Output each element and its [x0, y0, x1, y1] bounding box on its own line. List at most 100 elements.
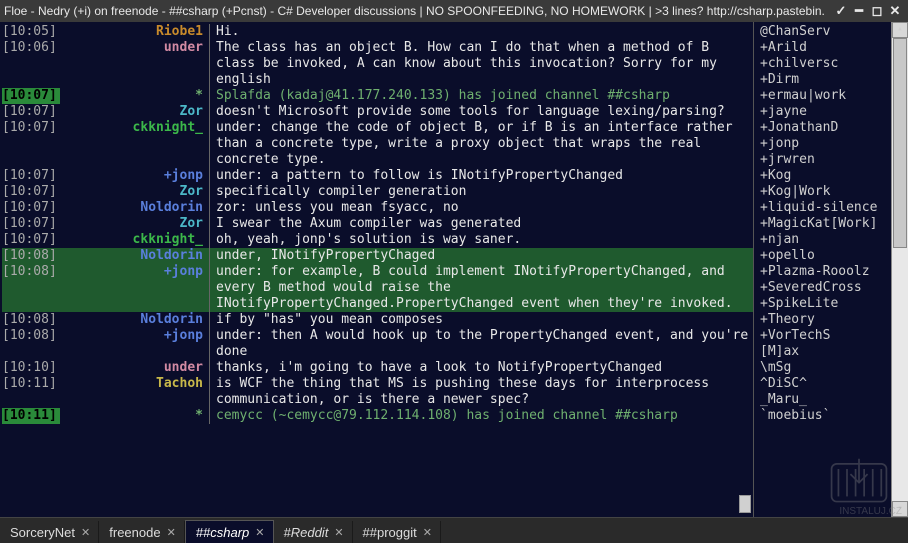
- chat-line: [10:08]+jonpunder: for example, B could …: [2, 264, 753, 312]
- nicklist-item[interactable]: +VorTechS: [760, 328, 891, 344]
- scroll-up-button[interactable]: ▴: [892, 22, 908, 38]
- close-icon[interactable]: ✕: [81, 526, 90, 539]
- tab[interactable]: ##csharp ✕: [185, 520, 274, 543]
- nick: ckknight_: [60, 232, 210, 248]
- titlebar: Floe - Nedry (+i) on freenode - ##csharp…: [0, 0, 908, 22]
- scroll-down-button[interactable]: ▾: [892, 501, 908, 517]
- timestamp: [10:07]: [2, 104, 60, 120]
- timestamp: [10:05]: [2, 24, 60, 40]
- message-text: Splafda (kadaj@41.177.240.133) has joine…: [210, 88, 753, 104]
- nick: Noldorin: [60, 200, 210, 216]
- chat-line: [10:07]Zorspecifically compiler generati…: [2, 184, 753, 200]
- nick: Zor: [60, 216, 210, 232]
- nick: Noldorin: [60, 248, 210, 264]
- nicklist-item[interactable]: +Arild: [760, 40, 891, 56]
- nicklist-item[interactable]: +liquid-silence: [760, 200, 891, 216]
- chat-scrollbar[interactable]: [738, 22, 753, 517]
- message-text: Hi.: [210, 24, 753, 40]
- scrollbar-thumb[interactable]: [893, 38, 907, 248]
- chat-line: [10:07]+jonpunder: a pattern to follow i…: [2, 168, 753, 184]
- nicklist-item[interactable]: +njan: [760, 232, 891, 248]
- nick: *: [60, 88, 210, 104]
- chat-pane: [10:05]Riobe1Hi.[10:06]underThe class ha…: [0, 22, 753, 517]
- tab[interactable]: SorceryNet ✕: [0, 521, 99, 543]
- nicklist-item[interactable]: +JonathanD: [760, 120, 891, 136]
- timestamp: [10:07]: [2, 120, 60, 168]
- message-text: The class has an object B. How can I do …: [210, 40, 753, 88]
- window-title: Floe - Nedry (+i) on freenode - ##csharp…: [4, 4, 832, 18]
- chat-line: [10:08]Noldorinif by "has" you mean comp…: [2, 312, 753, 328]
- nicklist-item[interactable]: ^DiSC^: [760, 376, 891, 392]
- nicklist-item[interactable]: +Dirm: [760, 72, 891, 88]
- timestamp: [10:07]: [2, 216, 60, 232]
- tab-label: freenode: [109, 525, 160, 540]
- nick: +jonp: [60, 264, 210, 312]
- nicklist-item[interactable]: +MagicKat[Work]: [760, 216, 891, 232]
- nicklist-item[interactable]: +chilversc: [760, 56, 891, 72]
- timestamp: [10:07]: [2, 232, 60, 248]
- close-icon[interactable]: ✕: [167, 526, 176, 539]
- timestamp: [10:08]: [2, 264, 60, 312]
- chat-line: [10:06]underThe class has an object B. H…: [2, 40, 753, 88]
- nicklist-scrollbar[interactable]: ▴ ▾: [891, 22, 908, 517]
- timestamp: [10:07]: [2, 168, 60, 184]
- message-text: under: then A would hook up to the Prope…: [210, 328, 753, 360]
- message-text: zor: unless you mean fsyacc, no: [210, 200, 753, 216]
- chat-line: [10:07]ckknight_oh, yeah, jonp's solutio…: [2, 232, 753, 248]
- close-button[interactable]: ✕: [886, 3, 904, 19]
- nicklist-item[interactable]: +Theory: [760, 312, 891, 328]
- nicklist-item[interactable]: +SeveredCross: [760, 280, 891, 296]
- nick: +jonp: [60, 168, 210, 184]
- close-icon[interactable]: ✕: [423, 526, 432, 539]
- tab-label: #Reddit: [284, 525, 329, 540]
- scrollbar-thumb[interactable]: [739, 495, 751, 513]
- check-icon[interactable]: ✓: [832, 3, 850, 19]
- nicklist-item[interactable]: +Kog|Work: [760, 184, 891, 200]
- tab-label: ##csharp: [196, 525, 249, 540]
- nicklist-item[interactable]: +Plazma-Rooolz: [760, 264, 891, 280]
- chat-line: [10:05]Riobe1Hi.: [2, 24, 753, 40]
- nicklist-item[interactable]: [M]ax: [760, 344, 891, 360]
- nicklist-item[interactable]: +jayne: [760, 104, 891, 120]
- chat-lines: [10:05]Riobe1Hi.[10:06]underThe class ha…: [0, 22, 753, 426]
- nicklist-item[interactable]: _Maru_: [760, 392, 891, 408]
- nicklist-item[interactable]: +jrwren: [760, 152, 891, 168]
- nicklist-item[interactable]: +jonp: [760, 136, 891, 152]
- timestamp: [10:11]: [2, 408, 60, 424]
- main-area: [10:05]Riobe1Hi.[10:06]underThe class ha…: [0, 22, 908, 517]
- tab-label: SorceryNet: [10, 525, 75, 540]
- nicklist-item[interactable]: +opello: [760, 248, 891, 264]
- maximize-button[interactable]: ◻: [868, 3, 886, 19]
- nicklist-item[interactable]: +SpikeLite: [760, 296, 891, 312]
- tab[interactable]: ##proggit ✕: [353, 521, 441, 543]
- chat-line: [10:08]Noldorinunder, INotifyPropertyCha…: [2, 248, 753, 264]
- chat-line: [10:11]*cemycc (~cemycc@79.112.114.108) …: [2, 408, 753, 424]
- timestamp: [10:11]: [2, 376, 60, 408]
- chat-line: [10:08]+jonpunder: then A would hook up …: [2, 328, 753, 360]
- tab-label: ##proggit: [363, 525, 417, 540]
- nick: Riobe1: [60, 24, 210, 40]
- timestamp: [10:08]: [2, 328, 60, 360]
- close-icon[interactable]: ✕: [334, 526, 343, 539]
- timestamp: [10:06]: [2, 40, 60, 88]
- tab[interactable]: freenode ✕: [99, 521, 185, 543]
- minimize-button[interactable]: ━: [850, 3, 868, 19]
- nicklist-item[interactable]: +ermau|work: [760, 88, 891, 104]
- nicklist-item[interactable]: +Kog: [760, 168, 891, 184]
- nicklist-item[interactable]: `moebius`: [760, 408, 891, 424]
- close-icon[interactable]: ✕: [255, 526, 264, 539]
- message-text: if by "has" you mean composes: [210, 312, 753, 328]
- message-text: I swear the Axum compiler was generated: [210, 216, 753, 232]
- nick: Zor: [60, 184, 210, 200]
- nicklist-pane: @ChanServ+Arild+chilversc+Dirm+ermau|wor…: [753, 22, 908, 517]
- nick: Zor: [60, 104, 210, 120]
- timestamp: [10:07]: [2, 200, 60, 216]
- nicklist-item[interactable]: \mSg: [760, 360, 891, 376]
- timestamp: [10:08]: [2, 312, 60, 328]
- message-text: under: for example, B could implement IN…: [210, 264, 753, 312]
- nick: under: [60, 360, 210, 376]
- chat-line: [10:10]underthanks, i'm going to have a …: [2, 360, 753, 376]
- nicklist-item[interactable]: @ChanServ: [760, 24, 891, 40]
- tab[interactable]: #Reddit ✕: [274, 521, 353, 543]
- nick: *: [60, 408, 210, 424]
